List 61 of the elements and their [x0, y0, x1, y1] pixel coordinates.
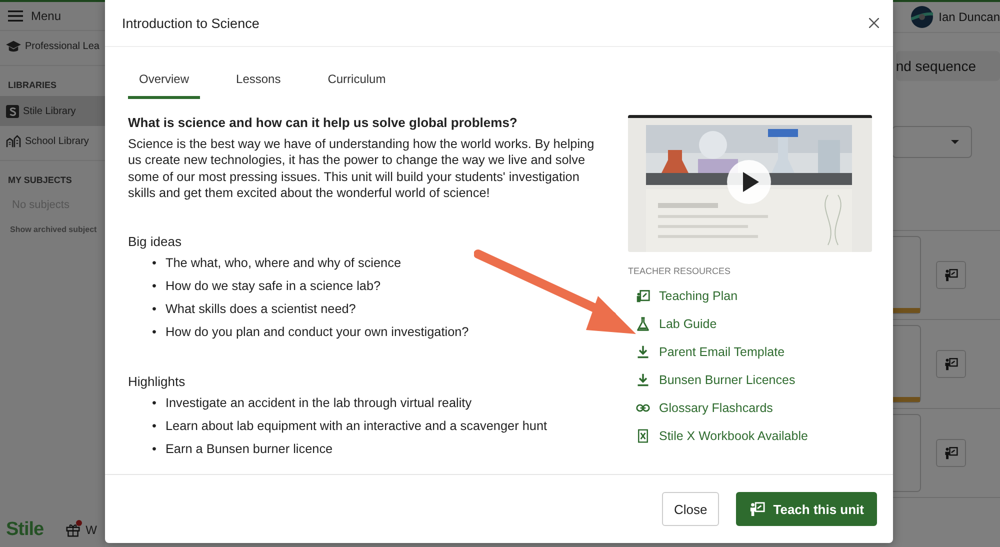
- graduation-cap-icon: [6, 40, 21, 52]
- presenter-icon: [944, 446, 958, 460]
- tab[interactable]: Lessons: [225, 61, 292, 99]
- spreadsheet-icon: [636, 429, 650, 443]
- resource-link[interactable]: Teaching Plan: [628, 282, 738, 310]
- bullet-marker: •: [152, 442, 156, 458]
- menu-icon[interactable]: [8, 10, 23, 22]
- s-square-icon: [6, 104, 19, 118]
- sidebar-item[interactable]: School Library: [0, 126, 105, 156]
- gift-icon[interactable]: [66, 523, 80, 537]
- menu-item[interactable]: W: [86, 523, 97, 537]
- bullet-marker: •: [152, 325, 156, 340]
- user-name[interactable]: Ian Duncan: [938, 10, 1000, 24]
- bullet-item: The what, who, where and why of science: [165, 256, 402, 272]
- presenter-icon: [749, 501, 766, 517]
- avatar-icon[interactable]: [910, 6, 933, 28]
- section-heading: MY SUBJECTS: [7, 174, 73, 187]
- resource-link[interactable]: Bunsen Burner Licences: [628, 366, 796, 394]
- bullet-item: How do you plan and conduct your own investigation?: [165, 325, 469, 340]
- section-heading: LIBRARIES: [7, 79, 58, 92]
- teach-button[interactable]: Teach this unit: [736, 492, 877, 526]
- bullet-item: Learn about lab equipment with an interactive and a scavenger hunt: [165, 419, 548, 434]
- presentation-icon: [636, 289, 650, 303]
- dialog-title: Introduction to Science: [122, 16, 260, 30]
- presenter-icon: [944, 268, 958, 282]
- bullet-item: What skills does a scientist need?: [165, 302, 356, 318]
- sidebar-item[interactable]: Professional Lea: [0, 31, 105, 61]
- bullet-marker: •: [152, 302, 156, 318]
- play-icon[interactable]: [726, 159, 772, 205]
- resource-link[interactable]: Lab Guide: [628, 310, 717, 338]
- menu-label[interactable]: Menu: [31, 9, 62, 23]
- close-button[interactable]: Close: [662, 492, 720, 526]
- notification-dot: [76, 520, 82, 526]
- caret-icon: [951, 140, 959, 144]
- buildings-icon: [6, 134, 21, 148]
- teach-button[interactable]: [936, 350, 966, 378]
- presenter-icon: [944, 357, 958, 371]
- teach-button[interactable]: [936, 439, 966, 467]
- intro-paragraph: Science is the best way we have of understanding how the world works. By helping us create new technologies, it has the power to change the way we live and solve some of our most pressing issues. This unit will build your students' investigation skills and get them excited about the wonderful world of science!: [128, 136, 596, 202]
- bullet-marker: •: [152, 256, 156, 272]
- download-icon: [636, 373, 650, 387]
- bullet-item: Investigate an accident in the lab through virtual reality: [165, 396, 472, 412]
- tab[interactable]: Curriculum: [316, 61, 397, 99]
- section-heading: Big ideas: [128, 234, 182, 250]
- close-icon[interactable]: [869, 18, 879, 28]
- section-heading: What is science and how can it help us solve global problems?: [128, 115, 518, 130]
- bullet-item: How do we stay safe in a science lab?: [165, 279, 381, 294]
- teach-button[interactable]: [936, 261, 966, 289]
- bullet-item: Earn a Bunsen burner licence: [165, 442, 333, 458]
- flask-icon: [636, 317, 650, 331]
- bullet-marker: •: [152, 419, 156, 434]
- resource-link[interactable]: Stile X Workbook Available: [628, 422, 808, 450]
- section-heading: TEACHER RESOURCES: [628, 266, 732, 276]
- resource-link[interactable]: Glossary Flashcards: [628, 394, 773, 422]
- bullet-marker: •: [152, 396, 156, 412]
- tab[interactable]: Overview: [128, 61, 200, 99]
- download-icon: [636, 345, 650, 359]
- resource-link[interactable]: Parent Email Template: [628, 338, 785, 366]
- section-heading: Highlights: [128, 374, 186, 390]
- bullet-marker: •: [152, 279, 156, 294]
- sequence-button[interactable]: nd sequence: [896, 51, 1000, 81]
